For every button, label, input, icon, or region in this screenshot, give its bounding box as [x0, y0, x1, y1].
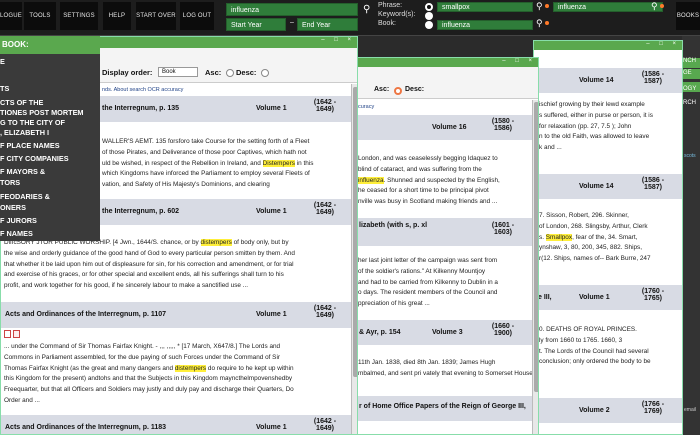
far-right-scots[interactable]: scots: [684, 153, 696, 159]
window-1-controls[interactable]: – □ ×: [321, 37, 355, 43]
results-window-2: – □ × Asc: Desc: curacy Volume 16 (1580 …: [355, 57, 539, 435]
asc-radio[interactable]: [394, 87, 402, 95]
book-input[interactable]: influenza: [437, 20, 533, 30]
result-row[interactable]: r of Home Office Papers of the Reign of …: [356, 396, 538, 421]
snippet-2a: London, and was ceaselessly begging Idaq…: [358, 155, 500, 206]
result-row[interactable]: Acts and Ordinances of the Interregnum, …: [1, 302, 357, 328]
far-right-ge[interactable]: GE: [683, 70, 692, 76]
sidebar-item[interactable]: FEODARIES &: [0, 192, 50, 201]
sidebar-header: BOOK:: [0, 36, 100, 54]
search-icon[interactable]: ⚲: [363, 4, 370, 15]
result-row[interactable]: Volume 14 (1586 - 1587): [534, 174, 682, 199]
far-right-ogy[interactable]: OGY: [683, 86, 696, 92]
far-right-nch[interactable]: NCH: [683, 58, 696, 64]
snippet-3b: 7. Sisson, Robert, 296. Skinner, of Londo…: [539, 212, 651, 263]
sidebar-item[interactable]: , ELIZABETH I: [0, 128, 49, 137]
nav-tools[interactable]: TOOLS: [24, 2, 56, 30]
ocr-accuracy-link[interactable]: nds. About search OCR accuracy: [102, 87, 183, 93]
snippet-1c: ... under the Command of Sir Thomas Fair…: [4, 343, 294, 404]
pdf-icon[interactable]: [4, 330, 11, 338]
nav-catalogue[interactable]: LOGUE: [0, 2, 22, 30]
window-2-controls[interactable]: – □ ×: [502, 58, 536, 64]
asc-radio[interactable]: [226, 69, 234, 77]
desc-radio[interactable]: [261, 69, 269, 77]
snippet-1b: DiffcSORY JTOR PUBLIC WORSHIP. [4 Jwn., …: [4, 239, 295, 290]
phrase-radio[interactable]: [425, 3, 433, 11]
nav-help[interactable]: HELP: [103, 2, 131, 30]
right-search-icon[interactable]: ⚲: [651, 1, 658, 12]
keywords-label: Keyword(s):: [378, 11, 416, 18]
snippet-3a: ischief growing by their lewd example s s…: [539, 101, 653, 152]
results-window-3: – □ × Volume 14 (1586 - 1587) ischief gr…: [533, 40, 683, 435]
far-right-email[interactable]: email: [684, 407, 696, 413]
result-row[interactable]: e III, Volume 1 (1760 - 1765): [534, 285, 682, 310]
sidebar-item[interactable]: F NAMES: [0, 229, 33, 238]
window-2-titlebar: – □ ×: [356, 58, 538, 67]
sidebar-item[interactable]: ONERS: [0, 203, 26, 212]
book-label: Book:: [378, 20, 396, 27]
sidebar-item[interactable]: F CITY COMPANIES: [0, 154, 69, 163]
sidebar-item[interactable]: F PLACE NAMES: [0, 141, 60, 150]
result-row[interactable]: Acts and Ordinances of the Interregnum, …: [1, 415, 357, 434]
ocr-accuracy-link[interactable]: curacy: [358, 104, 374, 110]
sidebar-item[interactable]: TORS: [0, 178, 20, 187]
result-row[interactable]: lizabeth (with s, p. xl (1601 - 1603): [356, 218, 538, 246]
nav-start-over[interactable]: START OVER: [136, 2, 176, 30]
window-3-titlebar: – □ ×: [534, 41, 682, 50]
sidebar-item[interactable]: TIONES POST MORTEM: [0, 108, 84, 117]
end-year-input[interactable]: End Year: [297, 18, 358, 31]
book-search-icon[interactable]: ⚲: [536, 18, 543, 29]
book-clear-icon[interactable]: [545, 21, 549, 25]
sidebar-item[interactable]: TS: [0, 84, 9, 93]
right-clear-icon[interactable]: [660, 4, 664, 8]
window-2-scrollbar[interactable]: [532, 100, 538, 434]
snippet-2b: her last joint letter of the campaign wa…: [358, 257, 498, 308]
book-sidebar: BOOK: E TS CTS OF THE TIONES POST MORTEM…: [0, 36, 100, 241]
phrase-clear-icon[interactable]: [545, 4, 549, 8]
far-right-panel: NCH GE RCH OGY scots email: [682, 36, 700, 435]
result-row[interactable]: & Ayr, p. 154 Volume 3 (1660 - 1900): [356, 320, 538, 345]
result-row[interactable]: Volume 14 (1586 - 1587): [534, 68, 682, 93]
year-dash: –: [290, 19, 294, 26]
sidebar-item[interactable]: F JURORS: [0, 216, 37, 225]
start-year-input[interactable]: Start Year: [226, 18, 286, 31]
snippet-1a: WALLER'S AEMT. 135 forsforo take Course …: [102, 138, 314, 189]
display-order-select[interactable]: Book: [158, 67, 198, 77]
top-toolbar: LOGUE TOOLS SETTINGS HELP START OVER LOG…: [0, 0, 700, 36]
book-radio[interactable]: [425, 21, 433, 29]
nav-settings[interactable]: SETTINGS: [60, 2, 98, 30]
phrase-label: Phrase:: [378, 2, 403, 9]
window-1-scrollbar[interactable]: [351, 84, 357, 434]
sidebar-item[interactable]: F MAYORS &: [0, 167, 45, 176]
sidebar-item[interactable]: E: [0, 57, 5, 66]
snippet-2c: 11th Jan. 1838, died 8th Jan. 1839; Jame…: [358, 359, 538, 377]
books-button[interactable]: BOOKS: [676, 2, 700, 30]
phrase-input[interactable]: smallpox: [437, 2, 533, 12]
result-row[interactable]: Volume 16 (1580 - 1586): [356, 115, 538, 140]
phrase-search-icon[interactable]: ⚲: [536, 1, 543, 12]
nav-log-out[interactable]: LOG OUT: [180, 2, 214, 30]
window-2-sortbar: Asc: Desc:: [356, 67, 538, 99]
document-icon[interactable]: [13, 330, 20, 338]
result-row[interactable]: Volume 2 (1766 - 1769): [534, 398, 682, 423]
snippet-3c: 0. DEATHS OF ROYAL PRINCES. ly from 1660 …: [539, 326, 651, 366]
window-3-controls[interactable]: – □ ×: [646, 41, 680, 47]
sidebar-item[interactable]: G TO THE CITY OF: [0, 118, 65, 127]
sidebar-item[interactable]: CTS OF THE: [0, 98, 43, 107]
search-term-input[interactable]: influenza: [226, 3, 358, 16]
right-search-input[interactable]: influenza: [553, 2, 663, 12]
keywords-radio[interactable]: [425, 12, 433, 20]
far-right-rch[interactable]: RCH: [683, 100, 696, 106]
